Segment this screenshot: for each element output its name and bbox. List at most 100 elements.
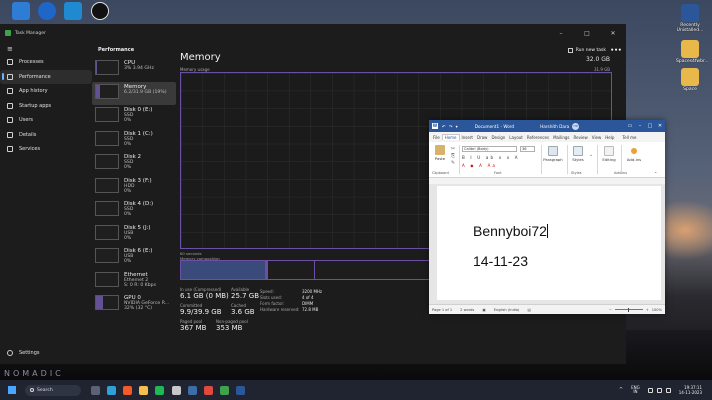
network-icon[interactable]: [647, 387, 653, 393]
perf-device-detail: 3% 3.94 GHz: [124, 66, 154, 71]
ribbon-tab-file[interactable]: File: [431, 135, 442, 140]
clipboard-small-tools[interactable]: ✂ ⎘ ✎: [450, 146, 456, 167]
paragraph-button[interactable]: Paragraph: [543, 146, 563, 162]
desktop-folder-icon[interactable]: Spaces4fwbr...: [676, 40, 709, 64]
zoom-in-icon[interactable]: +: [646, 308, 649, 312]
zoom-level[interactable]: 100%: [652, 308, 662, 312]
sidebar-item-startup-apps[interactable]: Startup apps: [0, 99, 92, 114]
steam-icon[interactable]: [187, 385, 197, 395]
desktop-shortcut-icon[interactable]: [7, 2, 35, 20]
ribbon-tab-home[interactable]: Home: [441, 134, 460, 140]
tell-me-search[interactable]: Tell me: [620, 135, 638, 140]
page-count[interactable]: Page 1 of 1: [432, 308, 452, 312]
edge-icon[interactable]: [106, 385, 116, 395]
styles-launcher-icon[interactable]: ⌄: [588, 152, 594, 158]
sidebar-item-app-history[interactable]: App history: [0, 84, 92, 99]
brave-icon[interactable]: [122, 385, 132, 395]
zoom-slider[interactable]: [614, 307, 643, 312]
settings-button[interactable]: Settings: [7, 350, 40, 356]
sidebar-item-performance[interactable]: Performance: [0, 69, 92, 84]
document-text-line[interactable]: Bennyboi72: [473, 223, 549, 239]
language-status[interactable]: English (India): [494, 308, 520, 312]
ribbon-tab-design[interactable]: Design: [489, 135, 507, 140]
editing-button[interactable]: Editing: [600, 146, 618, 162]
vscode-icon[interactable]: [59, 2, 87, 20]
perf-device-item[interactable]: GPU 0 NVIDIA GeForce R... 32% (32 °C): [92, 293, 176, 317]
ribbon-tab-review[interactable]: Review: [572, 135, 590, 140]
maximize-icon[interactable]: □: [574, 30, 600, 37]
ribbon-tab-draw[interactable]: Draw: [475, 135, 489, 140]
font-color-buttons[interactable]: A ◆ A Aa: [462, 163, 497, 168]
sidebar-item-services[interactable]: Services: [0, 142, 92, 157]
zoom-out-icon[interactable]: −: [609, 308, 612, 312]
chevron-up-icon[interactable]: ^: [619, 387, 623, 393]
ribbon-tab-references[interactable]: References: [525, 135, 551, 140]
paste-button[interactable]: Paste: [432, 145, 448, 161]
task-view-icon[interactable]: [90, 385, 100, 395]
sidebar-item-users[interactable]: Users: [0, 113, 92, 128]
start-button[interactable]: [8, 386, 16, 394]
quick-access-toolbar[interactable]: ↶ ↷ ▾: [442, 124, 459, 129]
language-indicator[interactable]: ENG IN: [631, 385, 640, 395]
ribbon-tab-view[interactable]: View: [590, 135, 604, 140]
perf-device-item[interactable]: Disk 2 SSD 0%: [92, 152, 176, 176]
perf-device-item[interactable]: Ethernet Ethernet 2 S: 0 R: 0 Kbps: [92, 270, 176, 294]
format-buttons[interactable]: B I U ab x x A: [462, 155, 520, 160]
paged-pool-value: 367 MB: [180, 324, 207, 332]
word-count[interactable]: 2 words: [460, 308, 474, 312]
perf-device-item[interactable]: Disk 4 (D:) SSD 0%: [92, 199, 176, 223]
close-icon[interactable]: ✕: [655, 123, 665, 129]
perf-device-item[interactable]: CPU 3% 3.94 GHz: [92, 58, 176, 82]
desktop-folder-icon[interactable]: Space: [676, 68, 704, 92]
document-text-line-2[interactable]: 14-11-23: [473, 253, 528, 269]
ribbon-tab-layout[interactable]: Layout: [507, 135, 525, 140]
ribbon-display-icon[interactable]: ▭: [625, 123, 635, 129]
ribbon-tab-mailings[interactable]: Mailings: [551, 135, 571, 140]
font-name-box[interactable]: Calibri (Body): [462, 146, 517, 152]
clock[interactable]: 19:37:11 14-11-2023: [679, 385, 702, 395]
add-ins-button[interactable]: Add-ins: [624, 146, 644, 162]
sidebar-item-details[interactable]: Details: [0, 128, 92, 143]
close-icon[interactable]: ✕: [600, 30, 626, 37]
word-window: W ↶ ↷ ▾ Document1 - Word Harshith Dara H…: [429, 120, 665, 314]
styles-button[interactable]: Styles: [570, 146, 586, 162]
perf-device-item[interactable]: Disk 0 (E:) SSD 0%: [92, 105, 176, 129]
avatar[interactable]: HD: [572, 122, 580, 130]
logitech-g-icon[interactable]: [86, 2, 114, 20]
maximize-icon[interactable]: □: [645, 123, 655, 129]
ribbon-tab-insert[interactable]: Insert: [460, 135, 475, 140]
minimize-icon[interactable]: –: [635, 123, 645, 129]
services-icon: [7, 146, 13, 153]
perf-device-item[interactable]: Disk 5 (J:) USB 0%: [92, 223, 176, 247]
document-page[interactable]: Bennyboi72 14-11-23: [437, 186, 661, 300]
perf-device-item[interactable]: Disk 6 (E:) USB 0%: [92, 246, 176, 270]
task-manager-icon[interactable]: [220, 385, 230, 395]
volume-icon[interactable]: [656, 387, 662, 393]
sidebar-item-label: Details: [19, 131, 37, 138]
word-icon[interactable]: [236, 385, 246, 395]
task-manager-titlebar[interactable]: Task Manager – □ ✕: [0, 24, 626, 42]
perf-device-item[interactable]: Disk 1 (C:) SSD 0%: [92, 129, 176, 153]
app-8-icon[interactable]: [203, 385, 213, 395]
app-6-icon[interactable]: [171, 385, 181, 395]
proofing-icon[interactable]: ▣: [482, 308, 485, 312]
spotify-icon[interactable]: [155, 385, 165, 395]
user-name[interactable]: Harshith Dara: [540, 124, 569, 129]
battery-icon[interactable]: [665, 387, 671, 393]
processes-icon: [7, 59, 13, 66]
desktop-word-doc-icon[interactable]: Recently Unistalled...: [676, 4, 704, 33]
perf-device-item[interactable]: Disk 3 (F:) HDD 0%: [92, 176, 176, 200]
desktop-shortcut-icon[interactable]: [33, 2, 61, 20]
perf-device-item[interactable]: Memory 6.2/31.9 GB (19%): [92, 81, 176, 105]
collapse-ribbon-icon[interactable]: ⌃: [654, 171, 657, 176]
hamburger-menu-icon[interactable]: ≡: [0, 42, 92, 55]
file-explorer-icon[interactable]: [139, 385, 149, 395]
ribbon-tab-help[interactable]: Help: [603, 135, 616, 140]
focus-icon[interactable]: ▤: [527, 308, 530, 312]
font-size-box[interactable]: 36: [520, 146, 535, 152]
word-titlebar[interactable]: W ↶ ↷ ▾ Document1 - Word Harshith Dara H…: [429, 120, 665, 132]
minimize-icon[interactable]: –: [548, 30, 574, 37]
perf-thumbnail-graph: [95, 271, 119, 287]
taskbar-search[interactable]: Search: [25, 384, 81, 396]
sidebar-item-processes[interactable]: Processes: [0, 55, 92, 70]
